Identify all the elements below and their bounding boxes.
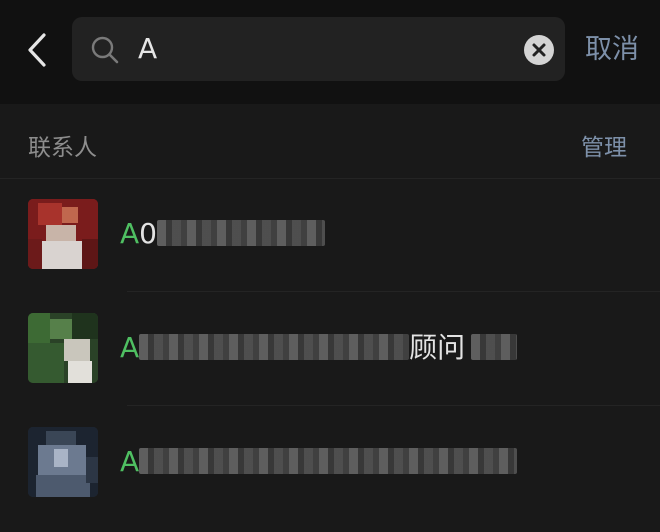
cancel-button[interactable]: 取消 [585,30,639,70]
search-results-screen: A 取消 联系人 管理 A0 A 顾问 A [0,0,660,532]
contact-name: A 顾问 [120,328,518,368]
contacts-section-header: 联系人 管理 [0,104,660,179]
match-highlight: A [120,445,140,478]
redacted-text [156,220,325,246]
contact-row[interactable]: A 顾问 [0,292,660,406]
search-query-text[interactable]: A [138,31,157,67]
redacted-text [139,448,518,474]
redacted-text [139,334,410,360]
contact-row[interactable]: A0 [0,178,660,292]
clear-search-icon[interactable] [524,35,554,65]
avatar [28,313,98,383]
contact-name-suffix: 顾问 [409,331,466,364]
contact-row[interactable]: A [0,406,660,520]
contact-name-visible: 0 [139,217,157,250]
match-highlight: A [120,331,140,364]
contact-name: A0 [120,214,325,254]
section-title: 联系人 [28,135,97,161]
search-icon [91,36,119,64]
match-highlight: A [120,217,140,250]
avatar [28,427,98,497]
back-icon[interactable] [20,30,56,70]
search-header: A 取消 [0,0,660,104]
contact-name: A [120,442,518,482]
avatar [28,199,98,269]
search-input[interactable]: A [72,17,565,81]
redacted-text [471,334,518,360]
manage-button[interactable]: 管理 [581,132,627,164]
